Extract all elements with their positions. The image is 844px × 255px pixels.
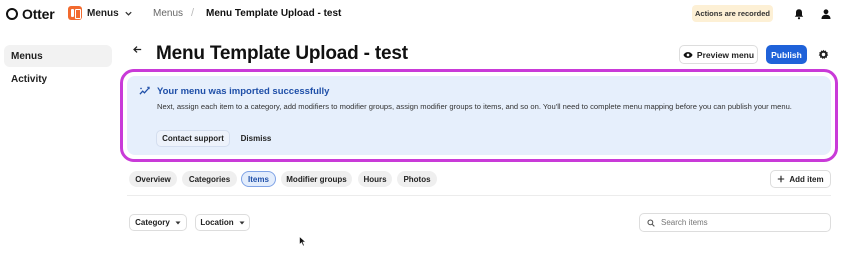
banner-body: Next, assign each item to a category, ad… — [157, 102, 792, 111]
divider — [127, 195, 831, 196]
settings-button[interactable] — [814, 45, 833, 64]
menus-app-icon — [68, 6, 82, 20]
chevron-down-icon — [125, 11, 132, 16]
top-bar: Otter Menus Menus / Menu Template Upload… — [0, 0, 844, 28]
back-arrow-icon[interactable] — [132, 44, 143, 55]
page-title: Menu Template Upload - test — [156, 43, 408, 64]
tab-photos[interactable]: Photos — [397, 171, 437, 187]
contact-support-button[interactable]: Contact support — [156, 130, 230, 147]
caret-down-icon — [175, 221, 181, 224]
add-item-button[interactable]: Add item — [770, 170, 831, 188]
plus-icon — [778, 175, 785, 183]
sidebar-item-label: Menus — [11, 50, 43, 62]
user-icon[interactable] — [820, 8, 832, 20]
sparkle-trend-icon — [139, 86, 150, 95]
category-filter[interactable]: Category — [129, 214, 187, 231]
sidebar-item-menus[interactable]: Menus — [4, 45, 112, 67]
breadcrumb-separator: / — [191, 7, 195, 19]
otter-logo-icon — [6, 8, 18, 20]
location-filter-label: Location — [200, 218, 234, 227]
tab-overview[interactable]: Overview — [129, 171, 177, 187]
app-switcher[interactable]: Menus — [68, 6, 133, 20]
search-box[interactable] — [639, 213, 831, 232]
sidebar-item-activity[interactable]: Activity — [4, 68, 112, 90]
preview-menu-label: Preview menu — [696, 49, 755, 60]
otter-logo[interactable]: Otter — [6, 6, 55, 22]
tab-categories[interactable]: Categories — [182, 171, 237, 187]
tab-hours[interactable]: Hours — [358, 171, 392, 187]
sidebar-item-label: Activity — [11, 73, 48, 85]
app-switcher-label: Menus — [87, 7, 119, 19]
logo-text: Otter — [22, 6, 55, 22]
add-item-label: Add item — [789, 174, 824, 184]
category-filter-label: Category — [135, 218, 170, 227]
search-icon — [647, 218, 655, 227]
location-filter[interactable]: Location — [195, 214, 250, 231]
tab-items[interactable]: Items — [241, 171, 276, 187]
mouse-pointer-icon — [299, 236, 307, 247]
preview-menu-button[interactable]: Preview menu — [679, 45, 758, 64]
bell-icon[interactable] — [793, 8, 805, 20]
dismiss-button[interactable]: Dismiss — [235, 130, 277, 147]
breadcrumb-current: Menu Template Upload - test — [206, 8, 342, 19]
eye-icon — [683, 51, 693, 58]
recording-badge: Actions are recorded — [692, 5, 773, 22]
import-success-banner: Your menu was imported successfully Next… — [127, 76, 831, 155]
caret-down-icon — [239, 221, 245, 224]
gear-icon — [818, 49, 829, 59]
banner-title: Your menu was imported successfully — [157, 86, 330, 97]
search-input[interactable] — [661, 218, 821, 227]
tab-modifier-groups[interactable]: Modifier groups — [281, 171, 352, 187]
breadcrumb-parent[interactable]: Menus — [153, 8, 183, 19]
publish-button[interactable]: Publish — [766, 45, 807, 64]
